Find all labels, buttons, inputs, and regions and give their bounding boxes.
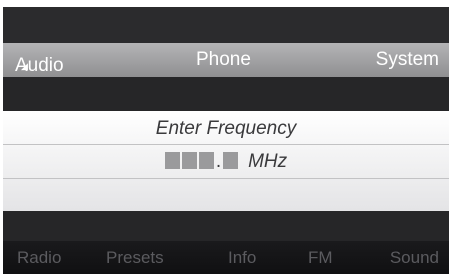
submenu-item-presets[interactable]: Presets bbox=[106, 248, 164, 268]
frequency-entry-dialog: Enter Frequency . MHz bbox=[3, 111, 449, 211]
frequency-input[interactable]: . MHz bbox=[3, 151, 449, 173]
spacer-band bbox=[3, 77, 449, 111]
digit-placeholder bbox=[181, 152, 197, 169]
digit-placeholder bbox=[223, 152, 239, 169]
digit-placeholder bbox=[198, 152, 214, 169]
frequency-unit: MHz bbox=[248, 151, 288, 172]
submenu-item-fm[interactable]: FM bbox=[308, 248, 333, 268]
status-area bbox=[3, 7, 449, 43]
submenu-item-info[interactable]: Info bbox=[228, 248, 256, 268]
sub-menu-bar: Radio Presets Info FM Sound bbox=[3, 241, 449, 274]
submenu-item-radio[interactable]: Radio bbox=[17, 248, 61, 268]
digit-placeholder bbox=[164, 152, 180, 169]
spacer-band bbox=[3, 211, 449, 241]
main-menu-bar: Audio ◢ Phone System bbox=[3, 43, 449, 77]
divider bbox=[3, 178, 449, 179]
decimal-separator: . bbox=[215, 151, 222, 172]
head-unit-screen: Audio ◢ Phone System Enter Frequency . MHz… bbox=[3, 7, 449, 274]
divider bbox=[3, 144, 449, 145]
menu-item-phone[interactable]: Phone bbox=[196, 49, 251, 71]
dialog-title: Enter Frequency bbox=[155, 118, 297, 139]
menu-item-system[interactable]: System bbox=[376, 49, 439, 71]
submenu-item-sound[interactable]: Sound bbox=[390, 248, 439, 268]
submenu-arrow-icon: ◢ bbox=[21, 61, 28, 71]
